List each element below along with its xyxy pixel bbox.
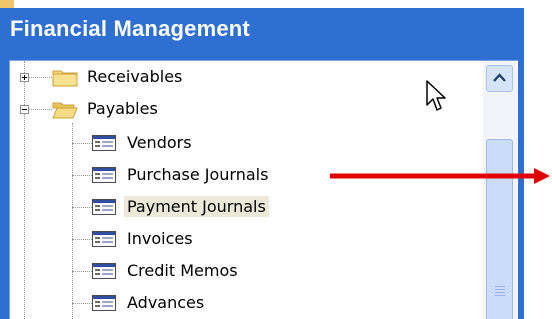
- tree-item-credit-memos[interactable]: Credit Memos: [10, 257, 470, 285]
- tree-item-label: Invoices: [127, 229, 193, 248]
- tree-item-label: Receivables: [87, 67, 183, 86]
- screen-root: Financial Management Receivables Payable…: [0, 0, 552, 319]
- scroll-up-button[interactable]: [486, 65, 513, 92]
- tree-item-invoices[interactable]: Invoices: [10, 225, 470, 253]
- form-icon: [92, 199, 116, 215]
- tree-item-label: Advances: [127, 293, 205, 312]
- navigation-tree[interactable]: Receivables Payables Vendors Purchase Jo…: [9, 60, 518, 319]
- folder-closed-icon: [52, 70, 78, 87]
- vertical-scrollbar[interactable]: [483, 61, 517, 319]
- tree-item-payables[interactable]: Payables: [10, 95, 470, 123]
- form-icon: [92, 135, 116, 151]
- tree-item-receivables[interactable]: Receivables: [10, 63, 470, 91]
- tree-item-vendors[interactable]: Vendors: [10, 129, 470, 157]
- thumb-grip: [495, 295, 505, 296]
- form-icon: [92, 231, 116, 247]
- top-left-accent: [0, 0, 14, 8]
- folder-open-icon: [52, 102, 78, 119]
- chevron-up-icon: [493, 73, 506, 82]
- tree-item-label: Vendors: [127, 133, 192, 152]
- thumb-grip: [495, 292, 505, 293]
- tree-item-label: Credit Memos: [127, 261, 238, 280]
- pane-title: Financial Management: [10, 16, 250, 41]
- form-icon: [92, 263, 116, 279]
- mouse-pointer-icon: [426, 80, 446, 111]
- navigation-pane: Financial Management Receivables Payable…: [0, 8, 524, 319]
- collapse-minus-icon[interactable]: [20, 105, 29, 114]
- tree-item-label: Purchase Journals: [127, 165, 269, 184]
- thumb-grip: [495, 289, 505, 290]
- expand-plus-icon[interactable]: [20, 73, 29, 82]
- form-icon: [92, 295, 116, 311]
- tree-item-advances[interactable]: Advances: [10, 289, 470, 317]
- form-icon: [92, 167, 116, 183]
- scroll-thumb[interactable]: [486, 139, 513, 319]
- tree-item-label-selected: Payment Journals: [124, 196, 269, 217]
- thumb-grip: [495, 286, 505, 287]
- tree-item-label: Payables: [87, 99, 158, 118]
- tree-item-purchase-journals[interactable]: Purchase Journals: [10, 161, 470, 189]
- tree-item-payment-journals[interactable]: Payment Journals: [10, 193, 470, 221]
